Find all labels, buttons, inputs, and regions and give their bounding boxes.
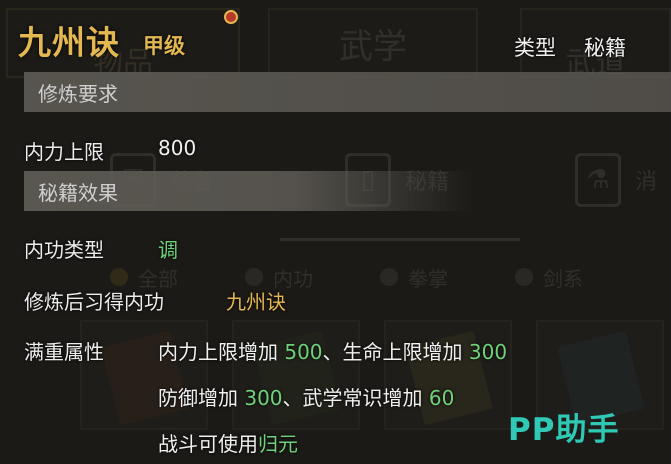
attr-text: 、武学常识增加 bbox=[282, 386, 429, 410]
full-attributes-line-3: 战斗可使用归元 bbox=[158, 428, 298, 457]
attr-text: 内力上限增加 bbox=[158, 340, 285, 364]
effects-header: 秘籍效果 bbox=[24, 171, 474, 211]
effects-header-label: 秘籍效果 bbox=[38, 180, 118, 205]
attr-value: 60 bbox=[428, 386, 455, 410]
attr-value: 300 bbox=[468, 340, 508, 364]
max-neili-label: 内力上限 bbox=[24, 140, 104, 164]
attr-text: 、生命上限增加 bbox=[322, 340, 469, 364]
neigong-type-value: 调 bbox=[158, 238, 178, 262]
battle-skill-value: 归元 bbox=[258, 432, 298, 456]
attr-value: 500 bbox=[284, 340, 323, 364]
item-type-label: 类型 bbox=[514, 36, 556, 60]
neigong-type-label: 内功类型 bbox=[24, 238, 104, 262]
full-attributes-label: 满重属性 bbox=[24, 340, 104, 364]
item-name: 九州诀 bbox=[18, 23, 120, 62]
attr-value: 300 bbox=[244, 386, 283, 410]
full-attributes-line-2: 防御增加 300、武学常识增加 60 bbox=[158, 382, 454, 411]
full-attributes-line-1: 内力上限增加 500、生命上限增加 300 bbox=[158, 336, 507, 365]
requirements-header-label: 修炼要求 bbox=[38, 81, 118, 106]
item-grade: 甲级 bbox=[143, 34, 185, 58]
learned-neigong-label: 修炼后习得内功 bbox=[24, 290, 164, 314]
learned-neigong-value: 九州诀 bbox=[226, 290, 286, 314]
notification-dot-icon bbox=[224, 10, 238, 24]
requirements-header: 修炼要求 bbox=[24, 72, 671, 112]
item-type-value: 秘籍 bbox=[584, 36, 626, 60]
watermark-logo: PP助手 bbox=[508, 412, 620, 448]
attr-text: 防御增加 bbox=[158, 386, 245, 410]
attr-text: 战斗可使用 bbox=[158, 432, 258, 456]
item-tooltip-panel: 九州诀 甲级 类型 秘籍 修炼要求 内力上限 800 秘籍效果 内功类型 调 修… bbox=[0, 0, 671, 464]
max-neili-value: 800 bbox=[158, 136, 197, 160]
